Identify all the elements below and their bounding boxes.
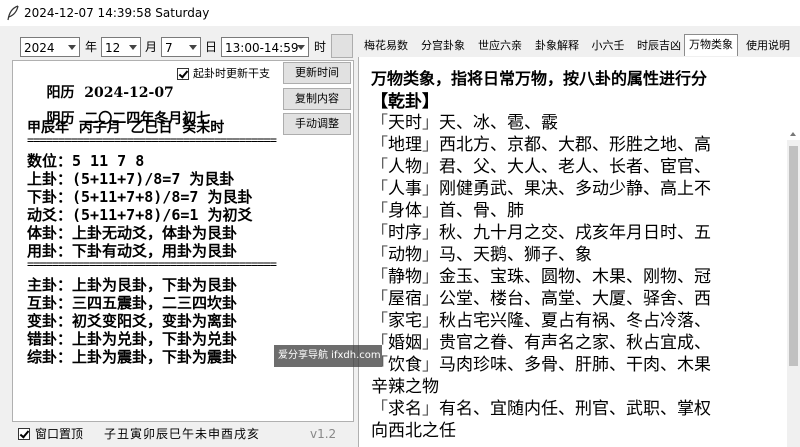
gua-line: 综卦：上卦为震卦，下卦为震卦 — [27, 348, 238, 366]
hour-value: 13:00-14:59 — [225, 41, 299, 55]
vertical-scrollbar[interactable] — [787, 132, 800, 447]
tab-meihua[interactable]: 梅花易数 — [358, 36, 414, 56]
entry-text: 马肉珍味、多骨、肝肺、干肉、木果 — [439, 355, 711, 375]
hour-unit: 时 — [314, 40, 327, 54]
month-value: 12 — [105, 41, 121, 55]
chevron-down-icon — [189, 45, 197, 50]
list-item-continued: 向西北之任 — [371, 421, 456, 441]
entry-text: 有名、宜随内任、刑官、武职、掌权 — [439, 399, 711, 419]
tab-help[interactable]: 使用说明 — [740, 36, 796, 56]
check-icon — [178, 68, 189, 79]
left-panel: 阳历 2024-12-07 起卦时更新干支 更新时间 阴历 二〇二四年冬月初七 … — [12, 60, 354, 422]
tab-wanwu[interactable]: 万物类象 — [684, 34, 738, 56]
feather-icon — [7, 5, 19, 21]
chevron-down-icon — [68, 45, 76, 50]
year-unit: 年 — [85, 40, 98, 54]
scroll-up-icon[interactable] — [790, 132, 796, 136]
title-bar: 2024-12-07 14:39:58 Saturday — [0, 0, 800, 26]
tab-explain[interactable]: 卦象解释 — [529, 36, 585, 56]
content-panel: 万物类象，指将日常万物，按八卦的属性进行分 【乾卦】 「天时」天、冰、雹、霰 「… — [358, 57, 800, 447]
manual-adjust-button[interactable]: 手动调整 — [283, 113, 351, 135]
earthly-branches: 子丑寅卯辰巳午未申酉戌亥 — [104, 427, 261, 441]
status-bar: 窗口置顶 子丑寅卯辰巳午未申酉戌亥 v1.2 — [0, 422, 356, 447]
chevron-down-icon — [297, 45, 305, 50]
always-on-top-checkbox[interactable] — [18, 428, 30, 440]
always-on-top-label: 窗口置顶 — [35, 427, 84, 441]
month-unit: 月 — [145, 40, 158, 54]
version-label: v1.2 — [310, 427, 337, 441]
auto-update-label: 起卦时更新干支 — [193, 67, 270, 80]
year-select[interactable]: 2024 — [20, 37, 80, 57]
month-select[interactable]: 12 — [101, 37, 141, 57]
window-title: 2024-12-07 14:39:58 Saturday — [24, 6, 210, 20]
tab-fengong[interactable]: 分宫卦象 — [415, 36, 471, 56]
hour-select[interactable]: 13:00-14:59 — [221, 37, 309, 57]
tab-shiying[interactable]: 世应六亲 — [472, 36, 528, 56]
update-time-button[interactable]: 更新时间 — [283, 62, 351, 84]
content-heading: 万物类象，指将日常万物，按八卦的属性进行分 — [371, 69, 708, 88]
separator: ======================================== — [27, 133, 277, 147]
scrollbar-thumb[interactable] — [789, 146, 798, 366]
tab-xiaoliuren[interactable]: 小六壬 — [586, 36, 630, 56]
day-value: 7 — [165, 41, 173, 55]
auto-update-checkbox[interactable] — [177, 68, 189, 80]
chevron-down-icon — [129, 45, 137, 50]
year-value: 2024 — [24, 41, 55, 55]
copy-button[interactable]: 复制内容 — [283, 88, 351, 110]
day-select[interactable]: 7 — [161, 37, 201, 57]
watermark: 爱分享导航 ifxdh.com — [274, 345, 382, 367]
separator: ======================================== — [27, 257, 277, 271]
divination-button[interactable] — [331, 34, 353, 58]
check-icon — [19, 428, 30, 439]
tab-shichen[interactable]: 时辰吉凶 — [631, 36, 687, 56]
day-unit: 日 — [205, 40, 218, 54]
